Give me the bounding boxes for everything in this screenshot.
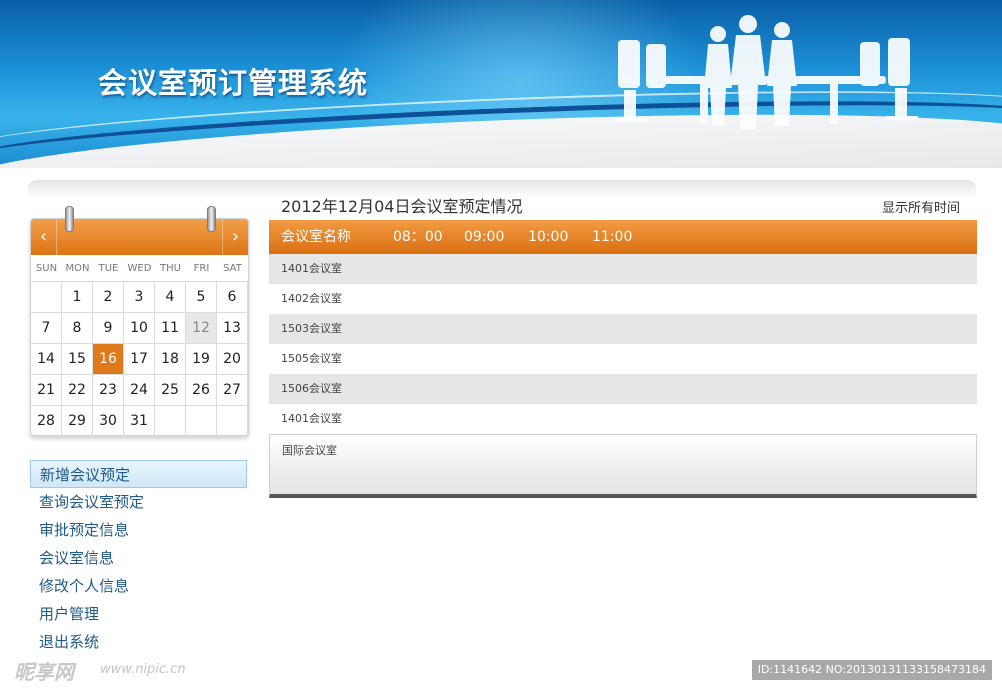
schedule-room-row[interactable]: 1503会议室 — [269, 314, 977, 344]
time-column-header: 09:00 — [464, 229, 505, 245]
calendar-day[interactable]: 14 — [31, 344, 62, 375]
weekday-label: TUE — [98, 263, 119, 274]
menu-item[interactable]: 修改个人信息 — [30, 572, 247, 600]
calendar-day[interactable]: 23 — [93, 375, 124, 406]
schedule-room-row[interactable]: 国际会议室 — [269, 434, 977, 498]
weekday-label: FRI — [193, 263, 210, 274]
calendar-day[interactable]: 17 — [124, 344, 155, 375]
calendar-ring-icon — [207, 206, 216, 232]
calendar-day-empty — [217, 406, 248, 437]
menu-item[interactable]: 会议室信息 — [30, 544, 247, 572]
schedule-room-row[interactable]: 1402会议室 — [269, 284, 977, 314]
menu-item[interactable]: 用户管理 — [30, 600, 247, 628]
meeting-people-icon — [614, 15, 918, 129]
calendar-day[interactable]: 8 — [62, 313, 93, 344]
calendar-day[interactable]: 24 — [124, 375, 155, 406]
calendar-day[interactable]: 26 — [186, 375, 217, 406]
calendar-day[interactable]: 25 — [155, 375, 186, 406]
schedule-room-row[interactable]: 1506会议室 — [269, 374, 977, 404]
calendar-day[interactable]: 15 — [62, 344, 93, 375]
schedule-title: 2012年12月04日会议室预定情况 — [281, 197, 523, 216]
menu-item[interactable]: 查询会议室预定 — [30, 488, 247, 516]
app-title: 会议室预订管理系统 — [98, 66, 369, 100]
calendar-day[interactable]: 29 — [62, 406, 93, 437]
calendar-day-empty — [186, 406, 217, 437]
calendar-day-grid: 1 2 3 4 5 6 7 8 9 10 11 12 13 14 15 16 17 18 19 20 21 22 23 24 2… — [31, 281, 248, 437]
calendar-day[interactable]: 10 — [124, 313, 155, 344]
calendar-day-empty — [31, 282, 62, 313]
menu-item[interactable]: 退出系统 — [30, 628, 247, 656]
weekday-label: SAT — [223, 263, 242, 274]
calendar: ‹ › SUN MON TUE WED THU FRI SAT 12345678… — [30, 206, 249, 437]
calendar-day[interactable]: 3 — [124, 282, 155, 313]
schedule-room-row[interactable]: 1401会议室 — [269, 254, 977, 284]
show-all-times-link[interactable]: 显示所有时间 — [882, 197, 960, 216]
calendar-ring-icon — [65, 206, 74, 232]
calendar-day[interactable]: 13 — [217, 313, 248, 344]
calendar-day[interactable]: 1 — [62, 282, 93, 313]
calendar-day[interactable]: 19 — [186, 344, 217, 375]
schedule-header: 会议室名称 08：00 09:00 10:00 11:00 — [269, 220, 977, 254]
weekday-label: WED — [127, 263, 152, 274]
weekday-label: SUN — [35, 263, 58, 274]
calendar-day[interactable]: 31 — [124, 406, 155, 437]
calendar-prev-button[interactable]: ‹ — [31, 219, 57, 255]
calendar-day[interactable]: 9 — [93, 313, 124, 344]
menu-item[interactable]: 新增会议预定 — [30, 460, 247, 488]
calendar-day[interactable]: 6 — [217, 282, 248, 313]
time-column-header: 10:00 — [528, 229, 569, 245]
calendar-day[interactable]: 4 — [155, 282, 186, 313]
calendar-day[interactable]: 20 — [217, 344, 248, 375]
header-banner: 会议室预订管理系统 — [0, 0, 1002, 168]
weekday-label: MON — [65, 263, 90, 274]
calendar-day[interactable]: 2 — [93, 282, 124, 313]
calendar-day[interactable]: 30 — [93, 406, 124, 437]
calendar-day[interactable]: 28 — [31, 406, 62, 437]
schedule-room-list: 1401会议室 1402会议室 1503会议室 1505会议室 1506会议室 1401会… — [269, 254, 977, 498]
calendar-next-button[interactable]: › — [222, 219, 248, 255]
watermark-url: www.nipic.cn — [100, 662, 186, 677]
calendar-day[interactable]: 18 — [155, 344, 186, 375]
watermark-id: ID:1141642 NO:20130131133158473184 — [751, 660, 992, 680]
calendar-weekday-row: SUN MON TUE WED THU FRI SAT — [31, 257, 248, 281]
schedule-room-row[interactable]: 1505会议室 — [269, 344, 977, 374]
menu-item[interactable]: 审批预定信息 — [30, 516, 247, 544]
schedule-room-row[interactable]: 1401会议室 — [269, 404, 977, 434]
calendar-day[interactable]: 7 — [31, 313, 62, 344]
calendar-day[interactable]: 22 — [62, 375, 93, 406]
calendar-day[interactable]: 27 — [217, 375, 248, 406]
time-column-header: 11:00 — [592, 229, 633, 245]
calendar-day[interactable]: 5 — [186, 282, 217, 313]
sidebar-menu: 新增会议预定 查询会议室预定 审批预定信息 会议室信息 修改个人信息 用户管理 退出系统 — [30, 460, 247, 656]
room-column-header: 会议室名称 — [281, 229, 351, 245]
calendar-day[interactable]: 11 — [155, 313, 186, 344]
calendar-day[interactable]: 12 — [186, 313, 217, 344]
time-column-header: 08：00 — [393, 229, 443, 245]
calendar-day-empty — [155, 406, 186, 437]
calendar-day[interactable]: 21 — [31, 375, 62, 406]
calendar-day[interactable]: 16 — [93, 344, 124, 375]
watermark-logo: 昵享网 — [14, 660, 74, 684]
weekday-label: THU — [160, 263, 181, 274]
